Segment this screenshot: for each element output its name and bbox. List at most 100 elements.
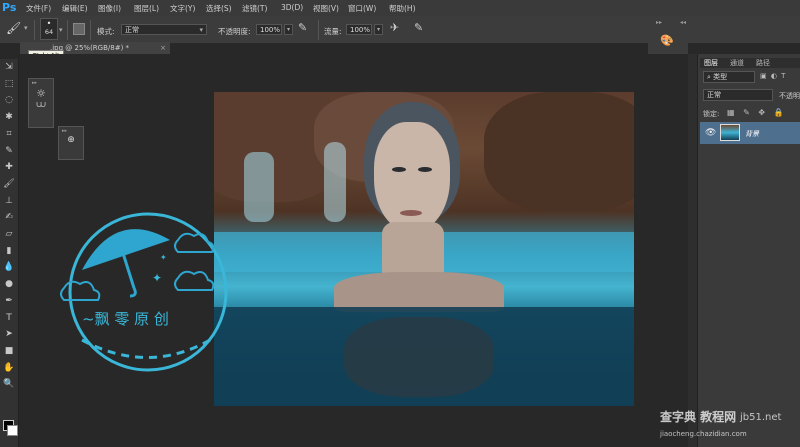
cloud-icon xyxy=(174,270,215,291)
pen-tool-icon[interactable]: ✒ xyxy=(3,296,15,307)
star-icon: ✦ xyxy=(152,271,162,285)
site-watermark-domain: jb51.net xyxy=(740,412,782,423)
hand-tool-icon[interactable]: ✋ xyxy=(3,363,15,374)
tab-channels[interactable]: 通道 xyxy=(730,58,744,68)
divider xyxy=(67,20,68,40)
panel-gutter xyxy=(688,54,697,447)
layer-filter-icons[interactable]: ▣ ◐ T xyxy=(760,72,800,82)
eyedropper-tool-icon[interactable]: ✎ xyxy=(3,146,15,157)
umbrella-handle xyxy=(120,249,136,289)
opacity-dropdown-button[interactable]: ▾ xyxy=(284,24,293,35)
tab-layers[interactable]: 图层 xyxy=(704,58,718,68)
pressure-size-icon[interactable]: ✎ xyxy=(414,21,428,35)
dodge-tool-icon[interactable]: ● xyxy=(3,279,15,290)
menu-item[interactable]: 3D(D) xyxy=(281,3,303,12)
expand-arrows-icon[interactable]: ▸▸ xyxy=(656,19,662,26)
eye-shape xyxy=(418,167,432,172)
waterfall-shape xyxy=(244,152,274,222)
background-color-swatch[interactable] xyxy=(7,425,18,436)
pressure-opacity-icon[interactable]: ✎ xyxy=(298,21,312,35)
menu-item[interactable]: 窗口(W) xyxy=(348,3,376,14)
divider xyxy=(34,20,35,40)
lock-icons[interactable]: ▦ ✎ ✥ 🔒 xyxy=(727,108,787,117)
lock-label: 锁定: xyxy=(703,110,720,118)
blend-mode-value: 正常 xyxy=(707,91,721,99)
tab-paths[interactable]: 路径 xyxy=(756,58,770,68)
umbrella-hook xyxy=(129,287,137,298)
collapse-arrows-icon[interactable]: ◂◂ xyxy=(680,19,686,26)
eye-icon[interactable]: 👁 xyxy=(705,128,716,138)
site-watermark-text: 查字典 教程网 xyxy=(660,410,737,424)
menu-item[interactable]: 图层(L) xyxy=(134,3,159,14)
menu-item[interactable]: 编辑(E) xyxy=(62,3,88,14)
lips-shape xyxy=(400,210,422,216)
blend-mode-select[interactable]: 正常 xyxy=(703,89,773,101)
flow-dropdown-button[interactable]: ▾ xyxy=(374,24,383,35)
brush-presets-panel-icon[interactable]: 🎨 xyxy=(660,34,676,48)
menu-item[interactable]: 视图(V) xyxy=(313,3,339,14)
watermark-text: ~飘 零 原 创 xyxy=(82,310,169,328)
layer-thumbnail xyxy=(720,124,740,141)
menu-item[interactable]: 文字(Y) xyxy=(170,3,195,14)
brush-tool-icon[interactable]: 🖌 xyxy=(3,179,15,190)
document-image[interactable] xyxy=(214,92,634,406)
layer-opacity-label: 不透明 xyxy=(779,92,800,100)
lasso-tool-icon[interactable]: ◌ xyxy=(3,95,15,106)
crop-tool-icon[interactable]: ⌗ xyxy=(3,129,15,140)
mode-select[interactable]: 正常 ▾ xyxy=(121,24,207,35)
chevron-down-icon[interactable]: ▾ xyxy=(24,24,28,32)
mode-label: 模式: xyxy=(97,27,115,36)
floating-panel: ▸▸ ⊕ xyxy=(58,126,84,160)
search-icon: ⌕ xyxy=(707,73,711,81)
flow-input[interactable]: 100% xyxy=(346,24,372,35)
reflection-shape xyxy=(344,317,494,397)
layer-filter-value: 类型 xyxy=(713,73,728,81)
site-watermark-url: jiaocheng.chazidian.com xyxy=(660,430,747,438)
mode-value: 正常 xyxy=(125,26,139,34)
divider xyxy=(90,20,91,40)
eraser-tool-icon[interactable]: ▱ xyxy=(3,229,15,240)
gradient-tool-icon[interactable]: ▮ xyxy=(3,246,15,257)
move-tool-icon[interactable]: ⇲ xyxy=(3,62,15,73)
sun-icon[interactable]: ☼ xyxy=(29,87,53,100)
type-tool-icon[interactable]: T xyxy=(3,313,15,324)
blur-tool-icon[interactable]: 💧 xyxy=(3,262,15,273)
opacity-input[interactable]: 100% xyxy=(256,24,282,35)
divider xyxy=(318,20,319,40)
healing-brush-tool-icon[interactable]: ✚ xyxy=(3,162,15,173)
menu-item[interactable]: 选择(S) xyxy=(206,3,232,14)
menu-item[interactable]: 帮助(H) xyxy=(389,3,416,14)
brush-tool-icon[interactable]: 🖌 xyxy=(6,21,22,37)
cloud-icon xyxy=(174,232,215,253)
clone-stamp-tool-icon[interactable]: ⊥ xyxy=(3,196,15,207)
menu-item[interactable]: 滤镜(T) xyxy=(242,3,267,14)
brush-preset-picker[interactable]: • 64 xyxy=(40,18,58,40)
waterfall-shape xyxy=(324,142,346,222)
quick-select-tool-icon[interactable]: ✱ xyxy=(3,112,15,123)
app-logo: Ps xyxy=(2,1,17,14)
expand-arrows-icon[interactable]: ▸▸ xyxy=(59,127,83,135)
opacity-label: 不透明度: xyxy=(218,27,251,36)
brush-icon[interactable]: ⩊ xyxy=(29,100,53,110)
path-select-tool-icon[interactable]: ➤ xyxy=(3,329,15,340)
menu-item[interactable]: 图像(I) xyxy=(98,3,121,14)
rock-shape xyxy=(484,92,634,212)
brush-panel-toggle-icon[interactable] xyxy=(73,23,85,35)
history-brush-tool-icon[interactable]: ✍ xyxy=(3,212,15,223)
expand-arrows-icon[interactable]: ▸▸ xyxy=(29,79,53,87)
clone-source-icon[interactable]: ⊕ xyxy=(59,135,83,145)
menu-item[interactable]: 文件(F) xyxy=(26,3,51,14)
shoulders-shape xyxy=(334,272,504,312)
chevron-down-icon[interactable]: ▾ xyxy=(59,26,63,34)
shape-tool-icon[interactable]: ■ xyxy=(3,346,15,357)
airbrush-icon[interactable]: ✈ xyxy=(390,21,404,35)
layer-name: 背景 xyxy=(745,130,759,138)
star-icon: ✦ xyxy=(160,253,167,262)
floating-panel: ▸▸ ☼ ⩊ xyxy=(28,78,54,128)
zoom-tool-icon[interactable]: 🔍 xyxy=(3,379,15,390)
layer-filter-select[interactable]: ⌕ 类型 xyxy=(703,71,755,83)
cloud-icon xyxy=(60,280,101,301)
watermark-graphic: ✦ ✦ ~飘 零 原 创 xyxy=(60,212,228,372)
marquee-tool-icon[interactable]: ⬚ xyxy=(3,79,15,90)
close-icon[interactable]: × xyxy=(160,42,166,54)
